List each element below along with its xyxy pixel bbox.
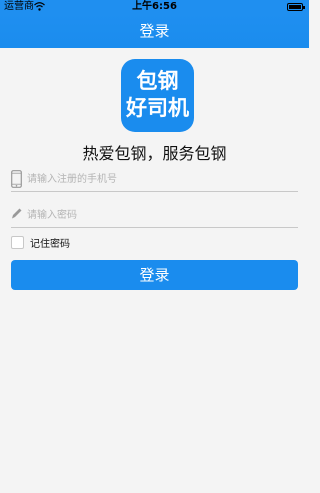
remember-label: 记住密码 [30, 238, 70, 250]
phone-field [11, 168, 298, 192]
battery-full-icon [287, 3, 305, 11]
password-field [11, 204, 298, 228]
logo-text-line1: 包钢 [136, 69, 179, 93]
page-title: 登录 [139, 22, 170, 40]
status-time: 上午6:56 [132, 1, 177, 12]
app-logo: 包钢 好司机 [121, 59, 194, 132]
pencil-icon [12, 208, 22, 219]
password-input[interactable] [27, 206, 295, 224]
phone-icon [11, 170, 22, 188]
status-bar: 运营商 上午6:56 [0, 0, 309, 14]
nav-bar: 登录 [0, 14, 309, 48]
slogan: 热爱包钢，服务包钢 [82, 144, 227, 163]
phone-input[interactable] [27, 170, 295, 188]
logo-text-line2: 好司机 [126, 96, 189, 120]
remember-password[interactable]: 记住密码 [11, 235, 70, 250]
remember-checkbox[interactable] [11, 235, 24, 249]
login-button[interactable]: 登录 [11, 260, 298, 290]
